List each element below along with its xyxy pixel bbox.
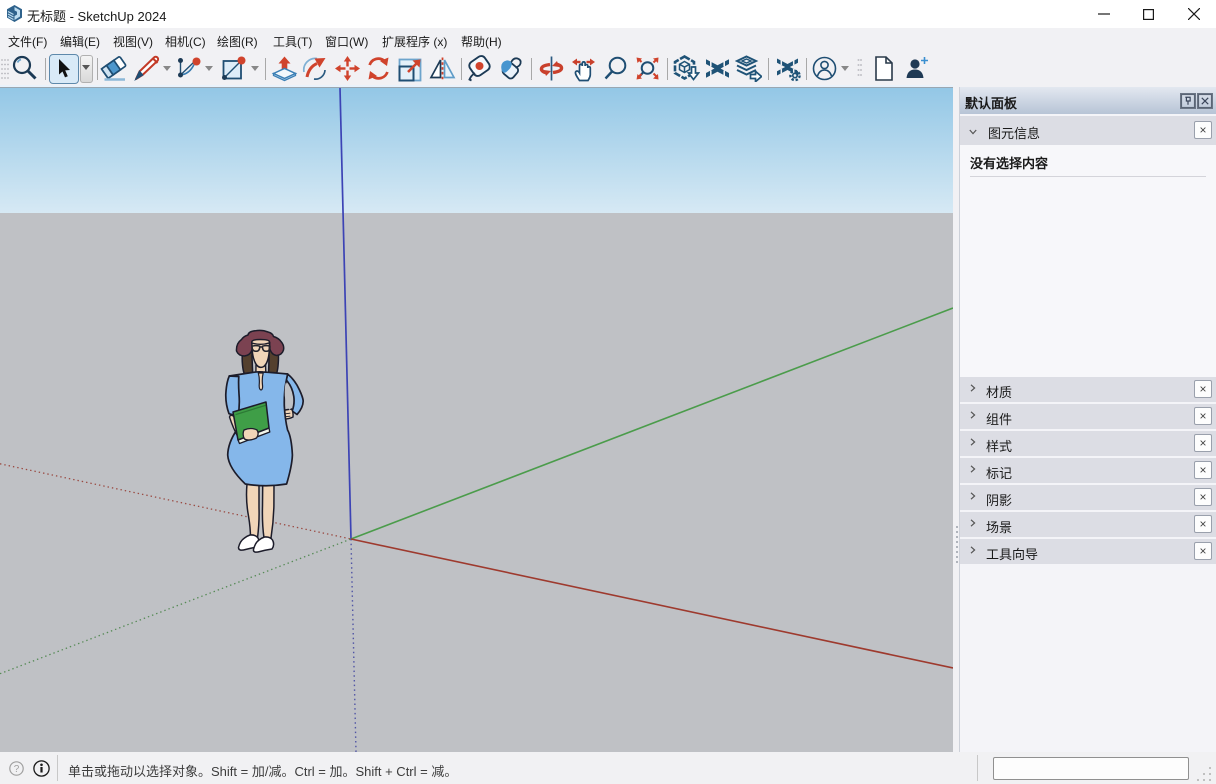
svg-text:?: ?	[14, 764, 20, 775]
